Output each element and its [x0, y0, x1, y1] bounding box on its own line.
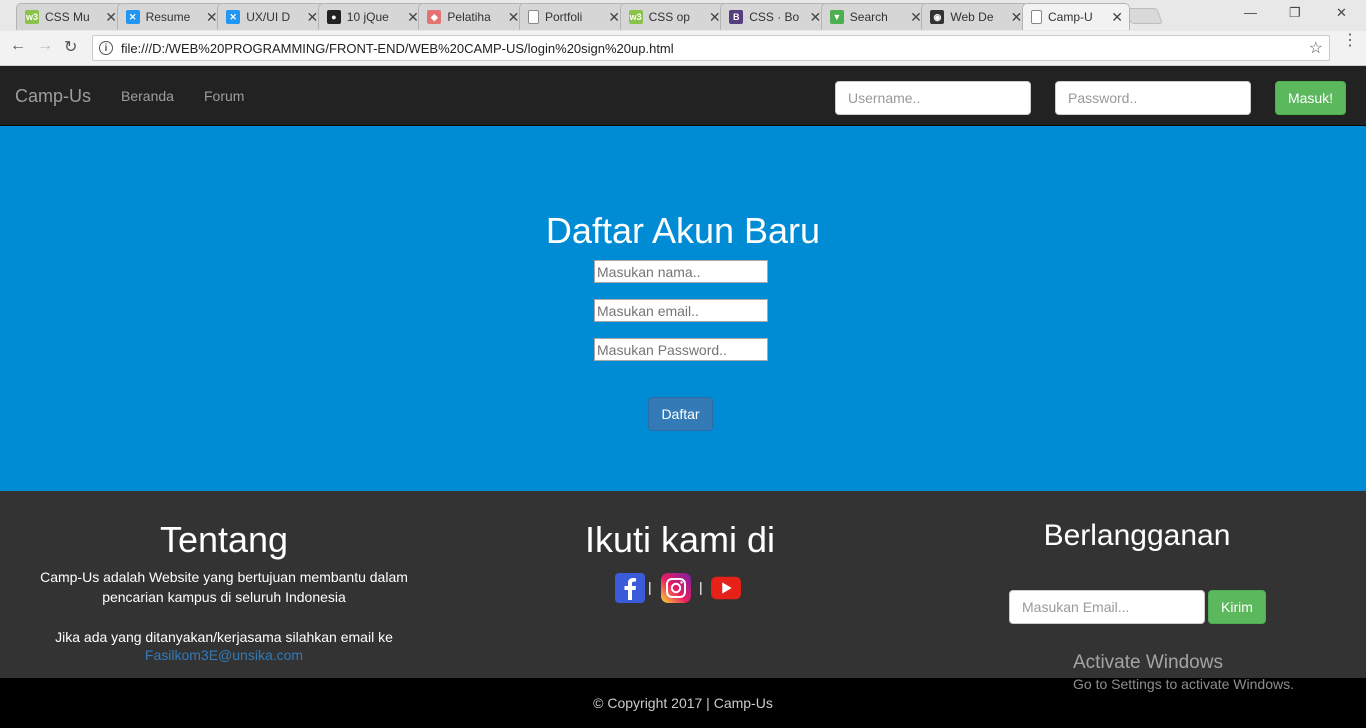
minimize-icon[interactable]: — [1244, 5, 1257, 20]
browser-tab-label: Search [849, 10, 888, 24]
tab-close-icon[interactable]: ✕ [508, 9, 520, 26]
browser-tab-label: 10 jQue [346, 10, 389, 24]
funnel-icon: ▼ [829, 10, 844, 24]
tab-close-icon[interactable]: ✕ [206, 9, 218, 26]
tab-close-icon[interactable]: ✕ [407, 9, 419, 26]
register-name-input[interactable] [594, 260, 768, 283]
camera-icon: ◉ [930, 10, 945, 24]
footer: Tentang Camp-Us adalah Website yang bert… [0, 491, 1366, 678]
brand-logo[interactable]: Camp-Us [15, 86, 91, 107]
browser-menu-icon[interactable]: ⋮ [1342, 33, 1358, 49]
facebook-icon[interactable] [615, 573, 645, 603]
about-line-3: Jika ada yang ditanyakan/kerjasama silah… [55, 629, 393, 645]
social-separator: | [648, 579, 652, 595]
about-line-2: pencarian kampus di seluruh Indonesia [102, 589, 346, 605]
about-heading: Tentang [159, 519, 289, 560]
bootstrap-icon: B [729, 10, 744, 24]
windows-activation-watermark: Activate Windows Go to Settings to activ… [1073, 652, 1294, 692]
watermark-subtitle: Go to Settings to activate Windows. [1073, 676, 1294, 692]
browser-tab[interactable]: ▼ Search ✕ [820, 3, 929, 30]
browser-tab-label: CSS · Bo [749, 10, 800, 24]
tab-close-icon[interactable]: ✕ [608, 9, 620, 26]
url-text[interactable]: file:///D:/WEB%20PROGRAMMING/FRONT-END/W… [121, 41, 1309, 56]
forward-icon[interactable]: → [37, 37, 53, 55]
tab-close-icon[interactable]: ✕ [709, 9, 721, 26]
x-logo-icon: ✕ [226, 10, 241, 24]
browser-tab[interactable]: ◆ Pelatiha ✕ [418, 3, 527, 30]
browser-tab-label: Pelatiha [447, 10, 491, 24]
social-separator: | [699, 579, 703, 595]
tab-close-icon[interactable]: ✕ [1111, 9, 1123, 26]
nav-link-beranda[interactable]: Beranda [121, 88, 174, 104]
browser-tab-label: Resume [145, 10, 191, 24]
browser-tab-label: UX/UI D [246, 10, 291, 24]
browser-tab-label: Camp-U [1048, 10, 1093, 24]
tab-close-icon[interactable]: ✕ [105, 9, 117, 26]
w3schools-icon: w3 [628, 10, 643, 24]
youtube-icon[interactable] [711, 573, 741, 603]
browser-tab-label: Web De [950, 10, 994, 24]
nav-link-forum[interactable]: Forum [204, 88, 244, 104]
login-button[interactable]: Masuk! [1275, 81, 1346, 115]
browser-tab-label: CSS Mu [45, 10, 90, 24]
register-title: Daftar Akun Baru [545, 210, 821, 251]
register-section: Daftar Akun Baru Daftar [0, 126, 1366, 491]
browser-tab[interactable]: B CSS · Bo ✕ [720, 3, 829, 30]
w3schools-icon: w3 [25, 10, 39, 24]
document-icon [1031, 10, 1042, 24]
footer-follow: Ikuti kami di [480, 491, 880, 561]
document-icon [528, 10, 539, 24]
browser-tab[interactable]: w3 CSS op ✕ [619, 3, 728, 30]
address-bar[interactable]: i file:///D:/WEB%20PROGRAMMING/FRONT-END… [92, 35, 1330, 61]
site-navbar: Camp-Us Beranda Forum Masuk! [0, 66, 1366, 126]
browser-toolbar: ← → ↻ i file:///D:/WEB%20PROGRAMMING/FRO… [0, 31, 1366, 66]
tab-close-icon[interactable]: ✕ [1011, 9, 1023, 26]
new-tab-button[interactable] [1125, 8, 1163, 24]
browser-tab[interactable]: ● 10 jQue ✕ [317, 3, 426, 30]
subscribe-email-input[interactable] [1009, 590, 1205, 624]
back-icon[interactable]: ← [10, 37, 26, 55]
restore-icon[interactable]: ❐ [1289, 5, 1301, 21]
browser-tab-strip: w3 CSS Mu ✕ ✕ Resume ✕ ✕ UX/UI D ✕ ● 10 jQue ✕ ◆ Pela… [0, 0, 1366, 31]
browser-tab[interactable]: ✕ Resume ✕ [116, 3, 225, 30]
browser-tab[interactable]: w3 CSS Mu ✕ [16, 3, 124, 30]
about-line-1: Camp-Us adalah Website yang bertujuan me… [40, 569, 408, 585]
reload-icon[interactable]: ↻ [64, 37, 77, 57]
github-icon: ● [326, 10, 341, 24]
browser-tab-label: Portfoli [545, 10, 583, 24]
follow-heading: Ikuti kami di [584, 519, 776, 560]
tab-close-icon[interactable]: ✕ [306, 9, 318, 26]
register-submit-button[interactable]: Daftar [648, 397, 713, 431]
info-icon[interactable]: i [99, 41, 113, 55]
watermark-title: Activate Windows [1073, 652, 1223, 673]
subscribe-heading: Berlangganan [1043, 519, 1231, 552]
password-input[interactable] [1055, 81, 1251, 115]
tab-close-icon[interactable]: ✕ [910, 9, 922, 26]
x-logo-icon: ✕ [125, 10, 140, 24]
instagram-icon[interactable] [661, 573, 691, 603]
copyright-text: © Copyright 2017 | Camp-Us [593, 695, 773, 711]
browser-tab[interactable]: ◉ Web De ✕ [921, 3, 1030, 30]
footer-subscribe: Berlangganan [937, 491, 1337, 553]
username-input[interactable] [835, 81, 1031, 115]
browser-tab[interactable]: ✕ UX/UI D ✕ [217, 3, 326, 30]
contact-email-link[interactable]: Fasilkom3E@unsika.com [145, 647, 303, 663]
browser-tab-label: CSS op [648, 10, 690, 24]
bookmark-star-icon[interactable]: ☆ [1309, 38, 1323, 58]
browser-tab[interactable]: Camp-U ✕ [1022, 3, 1130, 30]
register-email-input[interactable] [594, 299, 768, 322]
tab-close-icon[interactable]: ✕ [809, 9, 821, 26]
window-close-icon[interactable]: ✕ [1336, 5, 1347, 21]
cube-icon: ◆ [427, 10, 442, 24]
register-password-input[interactable] [594, 338, 768, 361]
subscribe-button[interactable]: Kirim [1208, 590, 1266, 624]
footer-about: Tentang Camp-Us adalah Website yang bert… [24, 491, 424, 665]
browser-tab[interactable]: Portfoli ✕ [519, 3, 627, 30]
